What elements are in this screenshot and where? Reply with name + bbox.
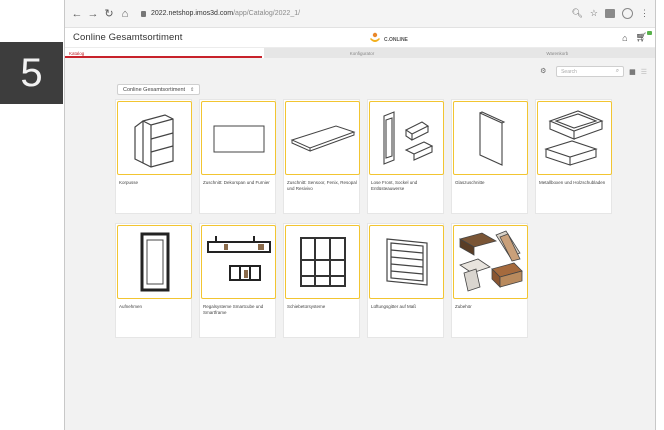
forward-arrow-icon[interactable]: →	[87, 8, 99, 20]
product-card[interactable]: Regalsysteme Smartcube und Smartframe	[199, 223, 276, 338]
step-tab[interactable]: Konfigurator	[264, 48, 459, 58]
step-tab[interactable]: Warenkorb	[460, 48, 655, 58]
app-title: Conline Gesamtsortiment	[73, 32, 183, 43]
product-card-label[interactable]: Zuschnitt: Sensoor, Fenix, Resopal und R…	[287, 180, 359, 191]
url-path: /app/Catalog/2022_1/	[233, 10, 301, 17]
browser-window: ← → ↻ ⌂ 2022.netshop.imos3d.com/app/Cata…	[64, 0, 656, 430]
back-arrow-icon[interactable]: ←	[71, 8, 83, 20]
catalog-select[interactable]: Conline Gesamtsortiment ⇕	[117, 84, 201, 95]
logo-icon	[370, 32, 380, 42]
board-icon[interactable]	[285, 101, 360, 175]
list-view-icon[interactable]: ☰	[641, 68, 647, 76]
panel-icon[interactable]	[201, 101, 276, 175]
page: 5 ← → ↻ ⌂ 2022.netshop.imos3d.com/app/Ca…	[0, 0, 664, 430]
active-step-underline	[65, 56, 262, 58]
product-card-label[interactable]: Lüftungsgitter auf Maß	[371, 304, 443, 310]
catalog-toolbar: ⚙ ⌕ ▦ ☰	[540, 66, 647, 77]
product-card[interactable]: Aufnehmen	[115, 223, 192, 338]
brand-logo[interactable]: C.ONLINE	[368, 30, 412, 46]
product-card-label[interactable]: Regalsysteme Smartcube und Smartframe	[203, 304, 275, 315]
product-card-label[interactable]: Metallboxen und Holzschubladen	[539, 180, 611, 186]
product-card[interactable]: Metallboxen und Holzschubladen	[535, 99, 612, 214]
shelf-system-icon[interactable]	[201, 225, 276, 299]
home-icon[interactable]: ⌂	[622, 33, 627, 43]
bookmark-star-icon[interactable]: ☆	[590, 8, 598, 19]
profile-icon[interactable]	[622, 8, 633, 19]
product-card[interactable]: Lose Front, Sockel und Entlüsteauwerse	[367, 99, 444, 214]
sliding-door-icon[interactable]	[285, 225, 360, 299]
product-card[interactable]: Zuschnitt: Sensoor, Fenix, Resopal und R…	[283, 99, 360, 214]
product-card-label[interactable]: Aufnehmen	[119, 304, 191, 310]
cart-icon[interactable]: 🛒︎	[636, 31, 652, 43]
search-field[interactable]: ⌕	[556, 66, 625, 77]
product-card-label[interactable]: Schiebetürsysteme	[287, 304, 359, 310]
logo-text: C.ONLINE	[384, 37, 408, 43]
product-card-label[interactable]: Korpusse	[119, 180, 191, 186]
browser-toolbar: ← → ↻ ⌂ 2022.netshop.imos3d.com/app/Cata…	[65, 0, 655, 28]
product-card-label[interactable]: Glaszuschnitte	[455, 180, 527, 186]
product-card[interactable]: Zuschnitt: Dekorspan und Furnier	[199, 99, 276, 214]
front-parts-icon[interactable]	[369, 101, 444, 175]
step-navigation: Katalog Konfigurator Warenkorb	[65, 48, 655, 58]
reload-icon[interactable]: ↻	[103, 8, 115, 20]
product-card-label[interactable]: Zubehör	[455, 304, 527, 310]
vent-grille-icon[interactable]	[369, 225, 444, 299]
select-caret-icon: ⇕	[190, 86, 195, 93]
product-card[interactable]: Korpusse	[115, 99, 192, 214]
search-icon[interactable]: ⌕	[616, 68, 619, 75]
catalog-select-value: Conline Gesamtsortiment	[123, 86, 186, 93]
step-number-badge: 5	[0, 42, 63, 104]
product-card[interactable]: Glaszuschnitte	[451, 99, 528, 214]
zoom-icon[interactable]: 🔍︎	[571, 8, 582, 19]
filter-icon[interactable]: ⚙	[540, 68, 551, 75]
url-host: 2022.netshop.imos3d.com	[151, 10, 234, 17]
product-card-label[interactable]: Lose Front, Sockel und Entlüsteauwerse	[371, 180, 443, 191]
cabinet-icon[interactable]	[117, 101, 192, 175]
drawers-icon[interactable]	[537, 101, 612, 175]
cart-badge	[647, 31, 652, 35]
product-card[interactable]: Lüftungsgitter auf Maß	[367, 223, 444, 338]
product-card[interactable]: Zubehör	[451, 223, 528, 338]
accessories-icon[interactable]	[453, 225, 528, 299]
glass-panel-icon[interactable]	[453, 101, 528, 175]
home-icon[interactable]: ⌂	[119, 8, 131, 20]
lock-icon	[141, 10, 146, 17]
address-bar[interactable]: 2022.netshop.imos3d.com/app/Catalog/2022…	[141, 5, 565, 22]
grid-view-icon[interactable]: ▦	[629, 68, 636, 76]
frame-door-icon[interactable]	[117, 225, 192, 299]
app-header: Conline Gesamtsortiment C.ONLINE ⌂ 🛒︎	[65, 28, 655, 48]
search-input[interactable]	[561, 68, 612, 75]
product-card[interactable]: Schiebetürsysteme	[283, 223, 360, 338]
product-card-label[interactable]: Zuschnitt: Dekorspan und Furnier	[203, 180, 275, 186]
menu-dots-icon[interactable]: ⋮	[640, 8, 649, 19]
extension-icon[interactable]	[605, 9, 615, 18]
